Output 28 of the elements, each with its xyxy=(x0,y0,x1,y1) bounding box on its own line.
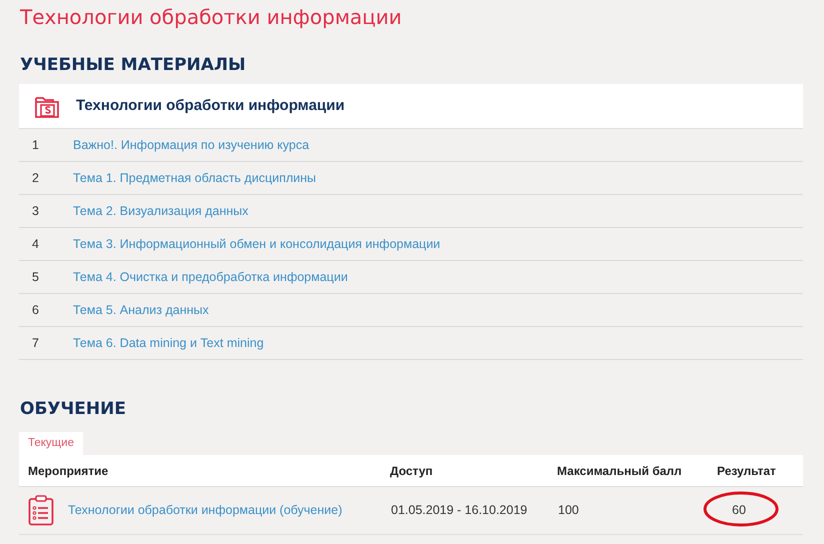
section-heading: УЧЕБНЫЕ МАТЕРИАЛЫ xyxy=(20,54,247,76)
material-link[interactable]: Важно!. Информация по изучению курса xyxy=(73,136,310,154)
column-header: Доступ xyxy=(390,455,557,486)
row-number: 2 xyxy=(31,170,40,187)
tab[interactable]: Текущие xyxy=(19,432,83,456)
page-title: Технологии обработки информации xyxy=(20,4,403,30)
row-number: 6 xyxy=(31,302,40,319)
course-title: Технологии обработки информации xyxy=(76,96,345,116)
material-link[interactable]: Тема 2. Визуализация данных xyxy=(73,202,248,220)
material-link[interactable]: Тема 1. Предметная область дисциплины xyxy=(73,168,316,188)
table-cell: 01.05.2019 - 16.10.2019 xyxy=(390,486,557,534)
row-number: 1 xyxy=(31,136,40,154)
table-cell: 60 xyxy=(732,502,746,517)
section-heading: ОБУЧЕНИЕ xyxy=(20,398,127,420)
material-link[interactable]: Тема 4. Очистка и предобработка информации xyxy=(73,268,348,286)
row-number: 7 xyxy=(31,334,40,352)
material-link[interactable]: Тема 6. Data mining и Text mining xyxy=(73,334,264,352)
clipboard-icon xyxy=(28,494,54,526)
row-number: 4 xyxy=(31,236,40,253)
material-link[interactable]: Тема 3. Информационный обмен и консолидация информации xyxy=(73,234,440,254)
material-link[interactable]: Тема 5. Анализ данных xyxy=(73,300,209,320)
table-cell: 100 xyxy=(557,486,717,534)
column-header: Результат xyxy=(717,455,803,486)
event-link[interactable]: Технологии обработки информации (обучение) xyxy=(68,500,342,520)
column-header: Максимальный балл xyxy=(557,455,717,486)
row-number: 5 xyxy=(31,268,40,286)
column-header: Мероприятие xyxy=(19,455,390,486)
row-number: 3 xyxy=(31,202,40,220)
